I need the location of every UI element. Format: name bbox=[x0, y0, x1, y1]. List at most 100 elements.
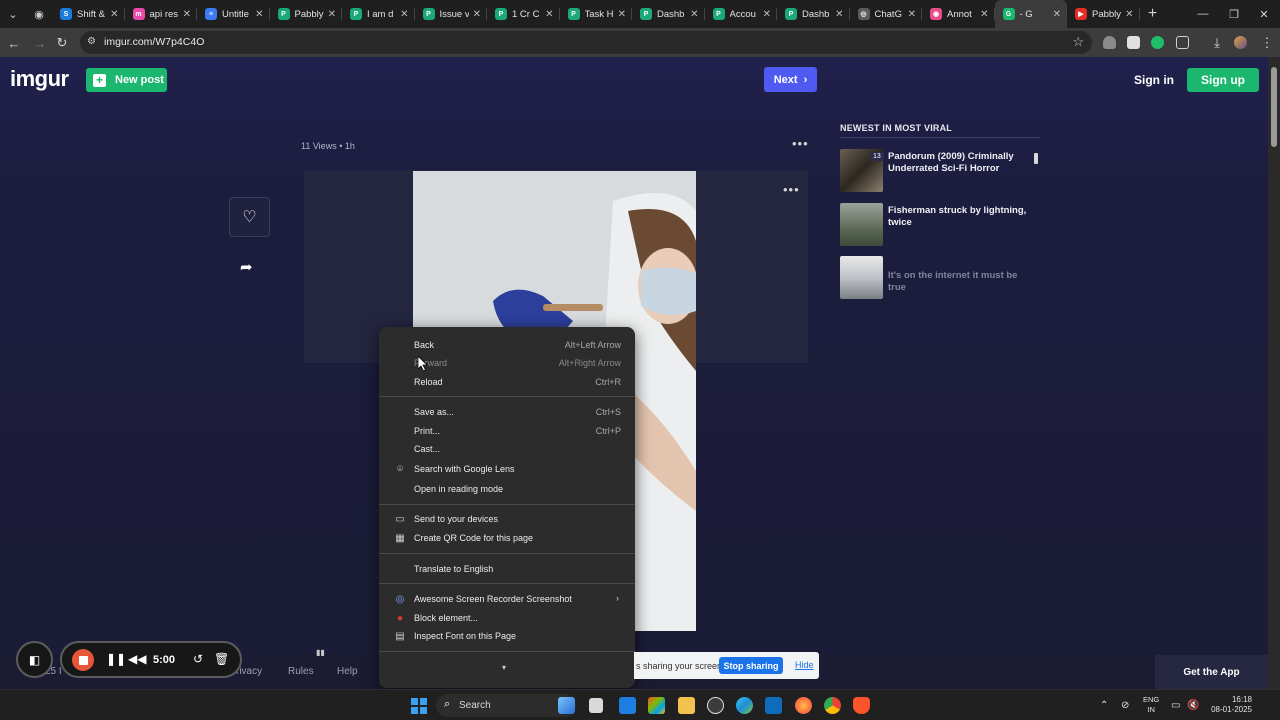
system-clock[interactable]: 16:18 08-01-2025 bbox=[1206, 695, 1252, 715]
close-tab-icon[interactable]: ✕ bbox=[1053, 9, 1061, 20]
tab-search-icon[interactable]: ⌄ bbox=[0, 0, 26, 28]
store-app-icon[interactable] bbox=[619, 697, 636, 714]
browser-tab[interactable]: P Dashb ✕ bbox=[777, 0, 850, 28]
browser-tab[interactable]: P Task H ✕ bbox=[560, 0, 633, 28]
menu-item-back[interactable]: Back Alt+Left Arrow bbox=[379, 336, 635, 355]
menu-item-reload[interactable]: Reload Ctrl+R bbox=[379, 373, 635, 392]
office-app-icon[interactable] bbox=[648, 697, 665, 714]
close-tab-icon[interactable]: ✕ bbox=[908, 9, 916, 20]
menu-item-reading-mode[interactable]: Open in reading mode bbox=[379, 480, 635, 499]
close-tab-icon[interactable]: ✕ bbox=[1125, 9, 1133, 20]
stop-sharing-button[interactable]: Stop sharing bbox=[719, 657, 783, 674]
viral-post-item[interactable]: Fisherman struck by lightning, twice bbox=[840, 203, 1040, 246]
menu-item-block-element[interactable]: ● Block element... bbox=[379, 609, 635, 628]
browser-tab[interactable]: P Pabbly ✕ bbox=[270, 0, 343, 28]
taskbar-search[interactable]: ⌕ Search bbox=[436, 694, 576, 717]
language-indicator[interactable]: ENG IN bbox=[1143, 695, 1159, 715]
close-tab-icon[interactable]: ✕ bbox=[110, 9, 118, 20]
display-icon[interactable]: ▭ bbox=[1171, 700, 1180, 711]
brave-browser-icon[interactable] bbox=[853, 697, 870, 714]
browser-tab[interactable]: P I am d ✕ bbox=[342, 0, 415, 28]
close-tab-icon[interactable]: ✕ bbox=[255, 9, 263, 20]
firefox-browser-icon[interactable] bbox=[795, 697, 812, 714]
close-tab-icon[interactable]: ✕ bbox=[763, 9, 771, 20]
pause-icon[interactable]: ❚❚ bbox=[106, 652, 126, 666]
menu-item-qr-code[interactable]: ▦ Create QR Code for this page bbox=[379, 529, 635, 548]
menu-item-google-lens[interactable]: ⌾ Search with Google Lens bbox=[379, 460, 635, 479]
sign-up-button[interactable]: Sign up bbox=[1187, 68, 1259, 92]
browser-tab[interactable]: P Accou ✕ bbox=[705, 0, 778, 28]
forward-arrow-icon[interactable]: → bbox=[30, 33, 50, 53]
new-tab-button[interactable]: + bbox=[1140, 0, 1166, 28]
outlook-app-icon[interactable] bbox=[765, 697, 782, 714]
menu-more-chevron-icon[interactable]: ▾ bbox=[502, 663, 506, 672]
next-post-button[interactable]: Next › bbox=[764, 67, 817, 92]
browser-tab[interactable]: ◎ ChatG ✕ bbox=[850, 0, 923, 28]
menu-item-print[interactable]: Print... Ctrl+P bbox=[379, 422, 635, 441]
bookmark-star-icon[interactable]: ☆ bbox=[1072, 34, 1084, 50]
volume-muted-icon[interactable]: 🔇 bbox=[1187, 700, 1199, 711]
sign-in-link[interactable]: Sign in bbox=[1134, 73, 1174, 87]
file-explorer-icon[interactable] bbox=[678, 697, 695, 714]
close-tab-icon[interactable]: ✕ bbox=[690, 9, 698, 20]
page-scrollbar[interactable] bbox=[1268, 57, 1280, 689]
share-arrow-icon[interactable]: ➦ bbox=[240, 258, 253, 276]
windows-start-icon[interactable] bbox=[411, 698, 427, 714]
menu-item-send-to-devices[interactable]: ▭ Send to your devices bbox=[379, 510, 635, 529]
extensions-puzzle-icon[interactable] bbox=[1176, 36, 1189, 49]
shield-extension-icon[interactable] bbox=[1103, 36, 1116, 49]
heart-icon[interactable]: ♡ bbox=[229, 197, 270, 237]
close-tab-icon[interactable]: ✕ bbox=[545, 9, 553, 20]
browser-tab[interactable]: P 1 Cr C ✕ bbox=[487, 0, 560, 28]
viral-post-item[interactable]: 13 Pandorum (2009) Criminally Underrated… bbox=[840, 149, 1040, 192]
menu-item-cast[interactable]: Cast... bbox=[379, 440, 635, 459]
get-the-app-button[interactable]: Get the App bbox=[1155, 655, 1268, 689]
downloads-icon[interactable]: ⤓ bbox=[1207, 33, 1227, 53]
address-bar[interactable]: ⚙ imgur.com/W7p4C4O ☆ bbox=[80, 31, 1092, 54]
close-tab-icon[interactable]: ✕ bbox=[400, 9, 408, 20]
grammarly-extension-icon[interactable] bbox=[1151, 36, 1164, 49]
url-text[interactable]: imgur.com/W7p4C4O bbox=[104, 36, 204, 48]
scrollbar-thumb[interactable] bbox=[1271, 67, 1277, 147]
browser-menu-icon[interactable]: ⋮ bbox=[1257, 33, 1277, 53]
browser-tab[interactable]: G - G ✕ bbox=[994, 0, 1067, 28]
image-options-icon[interactable]: ••• bbox=[783, 182, 800, 197]
chrome-browser-icon[interactable] bbox=[824, 697, 841, 714]
menu-item-screen-recorder[interactable]: ◎ Awesome Screen Recorder Screenshot › bbox=[379, 590, 635, 609]
copilot-app-icon[interactable] bbox=[558, 697, 575, 714]
back-arrow-icon[interactable]: ← bbox=[4, 33, 24, 53]
browser-tab[interactable]: ◉ Annot ✕ bbox=[922, 0, 995, 28]
imgur-logo[interactable]: imgur bbox=[10, 66, 69, 92]
rewind-icon[interactable]: ◀◀ bbox=[128, 652, 146, 666]
reload-icon[interactable]: ↻ bbox=[52, 33, 72, 53]
menu-item-save-as[interactable]: Save as... Ctrl+S bbox=[379, 403, 635, 422]
footer-help-link[interactable]: Help bbox=[337, 666, 358, 677]
close-tab-icon[interactable]: ✕ bbox=[835, 9, 843, 20]
close-tab-icon[interactable]: ✕ bbox=[473, 9, 481, 20]
browser-tab[interactable]: S Shift & ✕ bbox=[52, 0, 125, 28]
stop-recording-button[interactable] bbox=[72, 649, 94, 671]
post-options-icon[interactable]: ••• bbox=[792, 136, 809, 151]
close-tab-icon[interactable]: ✕ bbox=[328, 9, 336, 20]
footer-rules-link[interactable]: Rules bbox=[288, 666, 314, 677]
tray-chevron-icon[interactable]: ⌃ bbox=[1100, 700, 1108, 711]
viral-post-item[interactable]: It's on the internet it must be true bbox=[840, 256, 1040, 299]
close-tab-icon[interactable]: ✕ bbox=[980, 9, 988, 20]
close-window-icon[interactable]: ✕ bbox=[1248, 0, 1280, 28]
browser-tab[interactable]: P Dashb ✕ bbox=[632, 0, 705, 28]
menu-item-translate[interactable]: Translate to English bbox=[379, 560, 635, 579]
close-tab-icon[interactable]: ✕ bbox=[183, 9, 191, 20]
site-info-icon[interactable]: ⚙ bbox=[87, 36, 96, 47]
translate-extension-icon[interactable] bbox=[1127, 36, 1140, 49]
camera-icon[interactable]: ◧ bbox=[16, 641, 53, 678]
new-post-button[interactable]: + New post bbox=[86, 68, 167, 92]
browser-tab[interactable]: P Issue v ✕ bbox=[415, 0, 488, 28]
close-tab-icon[interactable]: ✕ bbox=[618, 9, 626, 20]
network-icon[interactable]: ⊘ bbox=[1121, 700, 1129, 711]
browser-tab[interactable]: ▶ Pabbly ✕ bbox=[1067, 0, 1140, 28]
dell-app-icon[interactable] bbox=[707, 697, 724, 714]
browser-tab[interactable]: ≡ Untitle ✕ bbox=[197, 0, 270, 28]
edge-browser-icon[interactable] bbox=[736, 697, 753, 714]
trash-icon[interactable]: 🗑 bbox=[214, 652, 229, 666]
restart-icon[interactable]: ↺ bbox=[193, 652, 203, 666]
